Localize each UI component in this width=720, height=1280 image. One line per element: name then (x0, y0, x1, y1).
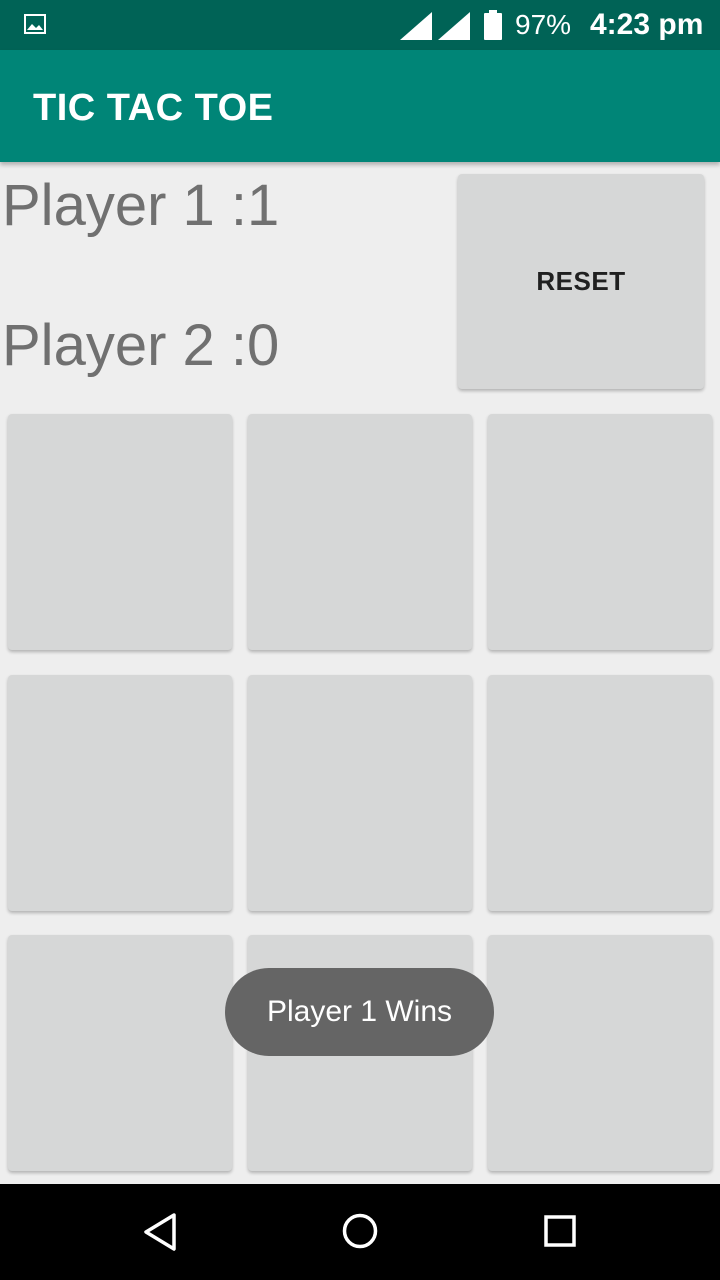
board-cell-4[interactable] (8, 675, 232, 911)
battery-icon (484, 10, 502, 40)
toast-message: Player 1 Wins (225, 968, 494, 1056)
home-icon[interactable] (342, 1213, 378, 1249)
board-cell-5[interactable] (248, 675, 472, 911)
clock: 4:23 pm (590, 8, 704, 41)
status-bar: 97% 4:23 pm (0, 0, 720, 50)
app-title: TIC TAC TOE (33, 87, 274, 129)
board-cell-7[interactable] (8, 935, 232, 1171)
board-cell-6[interactable] (488, 675, 712, 911)
recents-icon[interactable] (544, 1215, 576, 1247)
board-cell-2[interactable] (248, 414, 472, 650)
battery-percentage: 97% (515, 9, 572, 40)
image-icon (24, 14, 46, 34)
back-icon[interactable] (142, 1212, 178, 1252)
signal-icon (400, 12, 432, 40)
board-cell-3[interactable] (488, 414, 712, 650)
player2-score: Player 2 :0 (2, 313, 280, 378)
app-bar: TIC TAC TOE (0, 50, 720, 162)
board-cell-1[interactable] (8, 414, 232, 650)
board-cell-9[interactable] (488, 935, 712, 1171)
reset-button[interactable]: RESET (458, 174, 704, 389)
signal-icon (438, 12, 470, 40)
player1-score: Player 1 :1 (2, 173, 280, 238)
